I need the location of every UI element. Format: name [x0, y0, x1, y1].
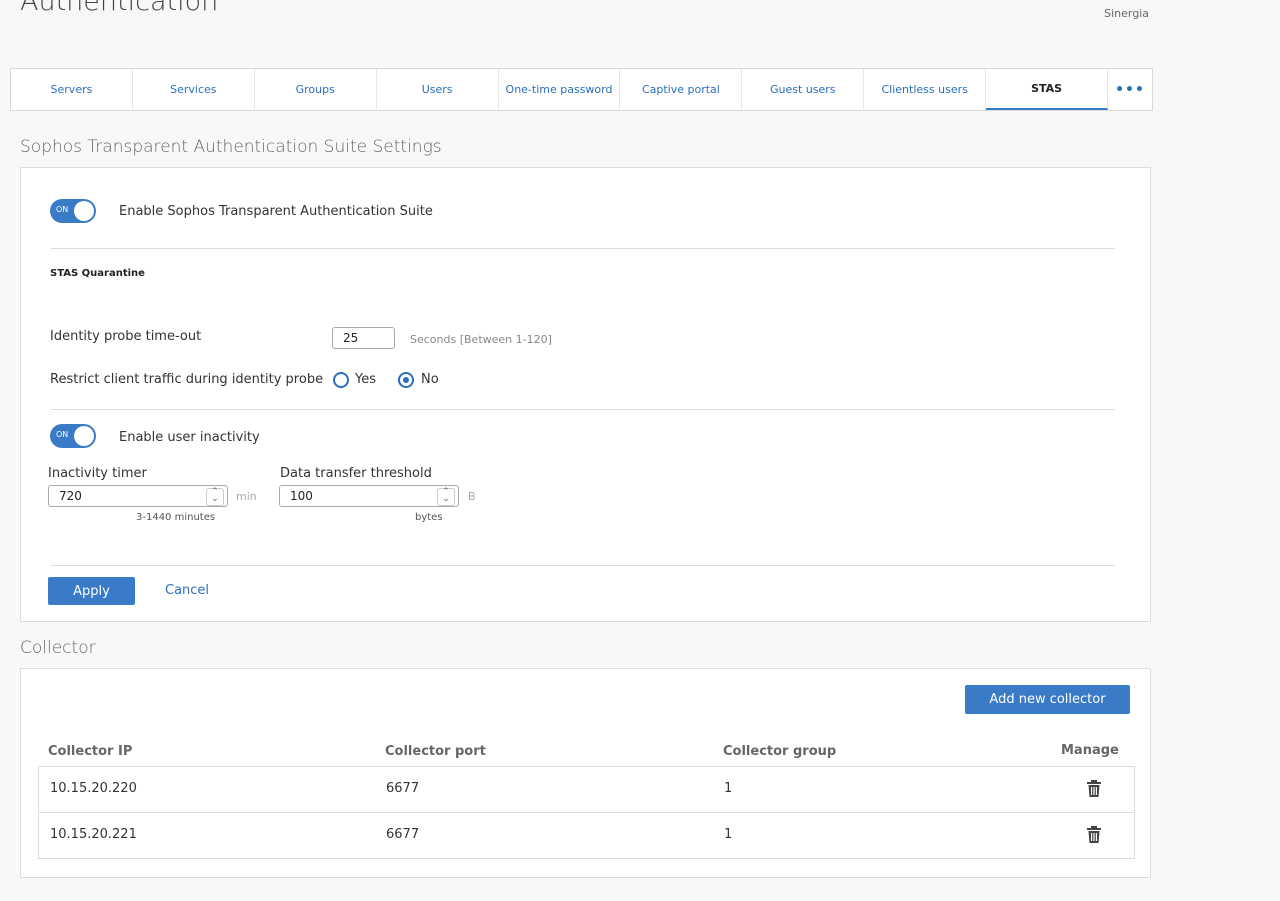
tenant-name: Sinergia — [1104, 7, 1149, 20]
inactivity-timer-value: 720 — [59, 489, 82, 503]
table-row: 10.15.20.221 6677 1 — [39, 812, 1134, 858]
toggle-state-label: ON — [56, 430, 69, 439]
restrict-yes-radio[interactable] — [333, 372, 349, 388]
col-header-group: Collector group — [723, 744, 837, 759]
threshold-value: 100 — [290, 489, 313, 503]
header-user-links-clipped[interactable] — [880, 0, 1080, 2]
stas-settings-panel: ON Enable Sophos Transparent Authenticat… — [20, 167, 1151, 622]
enable-stas-label: Enable Sophos Transparent Authentication… — [119, 204, 433, 219]
tab-stas[interactable]: STAS — [986, 69, 1109, 110]
probe-timeout-hint: Seconds [Between 1-120] — [410, 333, 552, 346]
inactivity-timer-stepper[interactable]: 720 ⌃ ⌄ — [48, 485, 228, 507]
collector-group: 1 — [724, 827, 733, 842]
updown-arrows-icon[interactable]: ⌃ ⌄ — [206, 488, 224, 506]
collector-table: 10.15.20.220 6677 1 10.15.20.221 6677 1 — [38, 766, 1135, 859]
collector-ip: 10.15.20.221 — [50, 827, 137, 842]
restrict-no-label[interactable]: No — [421, 372, 439, 387]
inactivity-timer-hint: 3-1440 minutes — [136, 512, 216, 523]
page-title: Authentication — [20, 0, 219, 17]
collector-port: 6677 — [386, 781, 420, 796]
tab-bar: Servers Services Groups Users One-time p… — [10, 68, 1153, 111]
tab-services[interactable]: Services — [133, 69, 255, 110]
divider — [51, 409, 1115, 410]
tab-servers[interactable]: Servers — [11, 69, 133, 110]
trash-icon[interactable] — [1087, 780, 1101, 797]
col-header-manage: Manage — [1061, 743, 1119, 758]
add-collector-button[interactable]: Add new collector — [965, 685, 1130, 714]
toggle-knob — [74, 201, 94, 221]
restrict-traffic-label: Restrict client traffic during identity … — [50, 372, 324, 387]
threshold-stepper[interactable]: 100 ⌃ ⌄ — [279, 485, 459, 507]
tab-users[interactable]: Users — [377, 69, 499, 110]
threshold-label: Data transfer threshold — [280, 466, 432, 481]
collector-ip: 10.15.20.220 — [50, 781, 137, 796]
collector-panel: Add new collector Collector IP Collector… — [20, 668, 1151, 878]
collector-group: 1 — [724, 781, 733, 796]
inactivity-timer-unit: min — [236, 490, 257, 503]
probe-timeout-input[interactable] — [332, 327, 395, 349]
table-row: 10.15.20.220 6677 1 — [39, 767, 1134, 812]
col-header-port: Collector port — [385, 744, 486, 759]
tab-guest-users[interactable]: Guest users — [742, 69, 865, 110]
stas-quarantine-heading: STAS Quarantine — [50, 268, 145, 279]
stas-section-title: Sophos Transparent Authentication Suite … — [20, 137, 442, 157]
restrict-no-radio[interactable] — [398, 372, 414, 388]
probe-timeout-label: Identity probe time-out — [50, 329, 202, 344]
updown-arrows-icon[interactable]: ⌃ ⌄ — [437, 488, 455, 506]
toggle-state-label: ON — [56, 205, 69, 214]
trash-icon[interactable] — [1087, 826, 1101, 843]
divider — [51, 565, 1115, 566]
threshold-hint: bytes — [415, 512, 443, 523]
enable-stas-toggle[interactable]: ON — [50, 199, 96, 223]
tab-groups[interactable]: Groups — [255, 69, 377, 110]
user-inactivity-label: Enable user inactivity — [119, 430, 260, 445]
user-inactivity-toggle[interactable]: ON — [50, 424, 96, 448]
collector-section-title: Collector — [20, 638, 96, 658]
tab-clientless-users[interactable]: Clientless users — [864, 69, 987, 110]
toggle-knob — [74, 426, 94, 446]
col-header-ip: Collector IP — [48, 744, 133, 759]
restrict-yes-label[interactable]: Yes — [355, 372, 376, 387]
divider — [51, 248, 1115, 249]
collector-port: 6677 — [386, 827, 420, 842]
more-tabs-icon[interactable]: ••• — [1108, 69, 1152, 110]
tab-one-time-password[interactable]: One-time password — [499, 69, 621, 110]
inactivity-timer-label: Inactivity timer — [48, 466, 147, 481]
cancel-button[interactable]: Cancel — [165, 583, 209, 598]
apply-button[interactable]: Apply — [48, 577, 135, 605]
threshold-unit: B — [468, 490, 476, 503]
tab-captive-portal[interactable]: Captive portal — [620, 69, 743, 110]
